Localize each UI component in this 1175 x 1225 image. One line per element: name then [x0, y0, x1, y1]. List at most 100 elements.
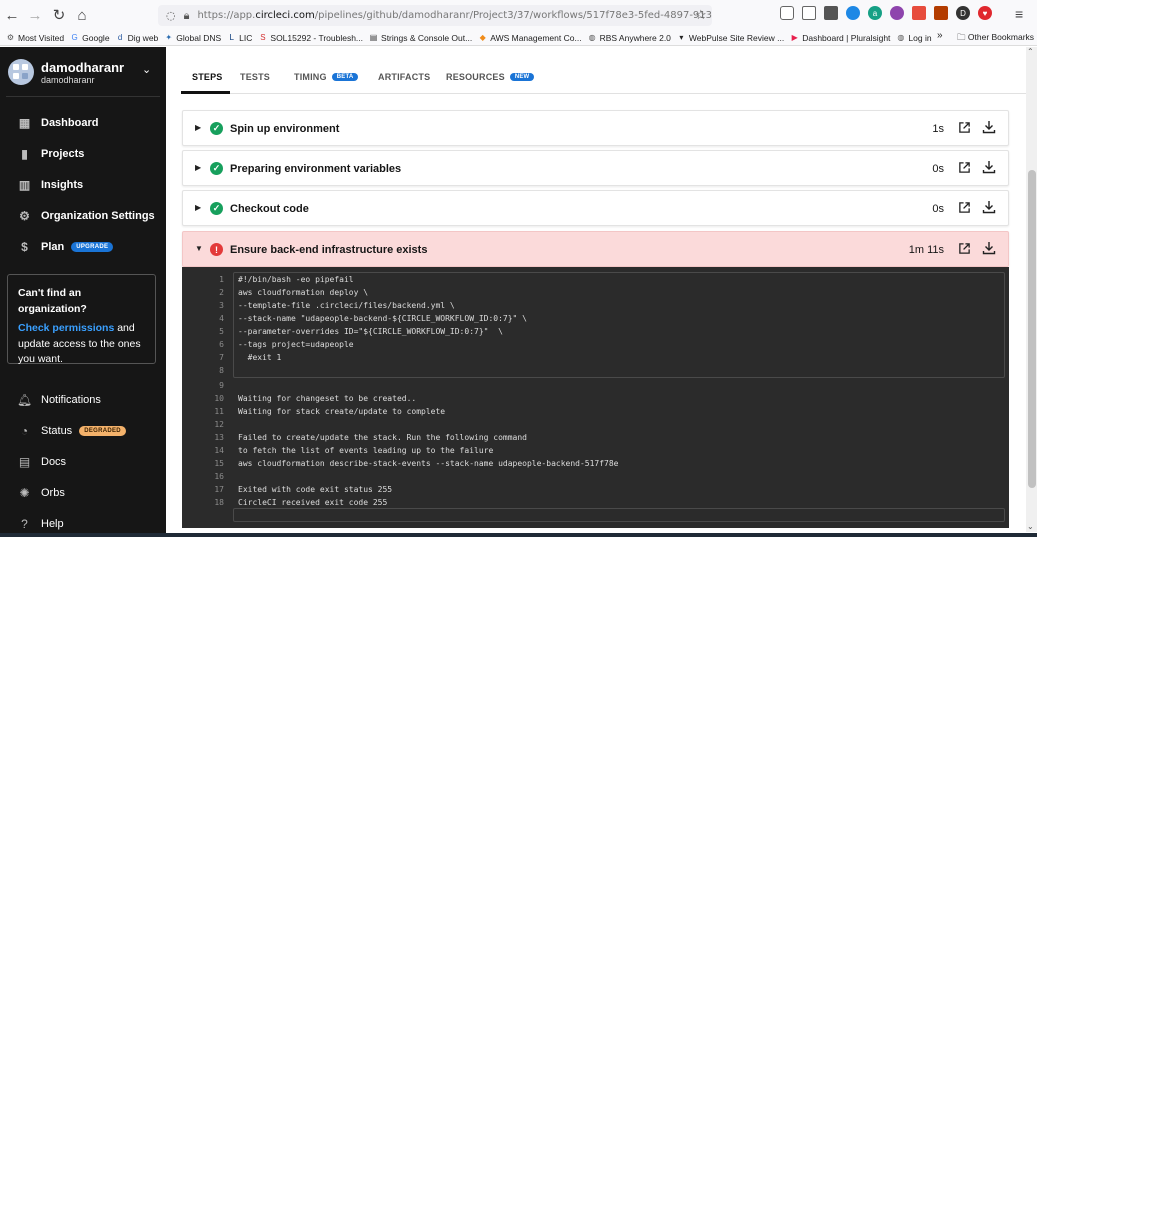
sidebar-item-notifications[interactable]: 🔔︎ Notifications [17, 393, 101, 407]
extension-dark-icon[interactable]: D [956, 6, 970, 20]
org-switcher[interactable]: damodharanr damodharanr ⌄ [6, 57, 160, 97]
upgrade-badge[interactable]: UPGRADE [71, 241, 114, 252]
book-icon: ▮ [21, 146, 28, 161]
url-domain: circleci.com [255, 10, 315, 21]
step-row[interactable]: ▶ ✓ Checkout code 0s [182, 190, 1009, 226]
line-number: 15 [214, 459, 224, 468]
doc-icon: ▤ [18, 454, 31, 469]
open-external-icon[interactable] [958, 242, 971, 255]
sidebar-item-status[interactable]: ◔ Status DEGRADED [18, 424, 126, 438]
open-external-icon[interactable] [958, 161, 971, 174]
bookmark-star-icon[interactable]: ☆ [695, 7, 707, 23]
step-row[interactable]: ▶ ✓ Spin up environment 1s [182, 110, 1009, 146]
pluralsight-icon: ▶ [791, 33, 798, 42]
scrollbar-thumb[interactable] [1028, 170, 1036, 488]
reload-icon[interactable]: ↻ [47, 3, 71, 27]
sidebar-item-dashboard[interactable]: ▦ Dashboard [18, 116, 99, 130]
log-line: 18 CircleCI received exit code 255 [182, 496, 387, 509]
sidebar-item-orbs[interactable]: ✺ Orbs [18, 486, 64, 500]
back-icon[interactable]: ← [0, 3, 24, 27]
sidebar-item-help[interactable]: ? Help [18, 517, 64, 531]
download-icon[interactable] [982, 120, 996, 134]
line-number: 4 [219, 314, 224, 323]
extension-puzzle-icon[interactable] [824, 6, 838, 20]
open-external-icon[interactable] [958, 121, 971, 134]
line-number: 12 [214, 420, 224, 429]
download-icon[interactable] [982, 241, 996, 255]
bookmark-item[interactable]: G Google [70, 33, 110, 43]
bookmark-item[interactable]: ▤ Strings & Console Out... [369, 33, 472, 43]
sidebar-item-label: Projects [41, 147, 85, 160]
forward-icon[interactable]: → [23, 3, 47, 27]
bookmark-item[interactable]: ▶ Dashboard | Pluralsight [790, 33, 891, 43]
bookmark-label: RBS Anywhere 2.0 [599, 32, 671, 43]
tab-artifacts[interactable]: ARTIFACTS [378, 72, 430, 82]
extension-color-icon[interactable] [890, 6, 904, 20]
caret-right-icon[interactable]: ▶ [195, 123, 201, 132]
line-number: 5 [219, 327, 224, 336]
globe-icon: ◍ [897, 33, 905, 42]
url-prefix: https://app. [197, 10, 256, 21]
reader-icon[interactable] [802, 6, 816, 20]
step-duration: 1m 11s [908, 244, 944, 256]
sidebar-item-organization-settings[interactable]: ⚙ Organization Settings [18, 209, 155, 223]
step-name: Preparing environment variables [230, 163, 402, 175]
bookmark-item[interactable]: ⚙ Most Visited [6, 33, 64, 43]
scroll-down-icon[interactable]: ⌄ [1027, 522, 1034, 531]
url-bar[interactable]: ◌ 🔒︎ https://app.circleci.com/pipelines/… [158, 5, 712, 26]
bookmark-item[interactable]: ◍ RBS Anywhere 2.0 [588, 33, 671, 43]
sidebar-item-plan[interactable]: $ Plan UPGRADE [18, 239, 114, 254]
bookmarks-overflow-icon[interactable]: » [937, 30, 943, 41]
step-row[interactable]: ▼! Ensure back-end infrastructure exists 1… [182, 231, 1009, 267]
step-duration: 0s [932, 163, 944, 175]
line-number: 18 [214, 498, 224, 507]
sidebar-item-docs[interactable]: ▤ Docs [18, 454, 67, 469]
extension-red-square-icon[interactable] [912, 6, 926, 20]
line-text: CircleCI received exit code 255 [238, 498, 388, 507]
tab-resources[interactable]: RESOURCES NEW [446, 72, 535, 82]
sidebar-item-label: Help [41, 517, 64, 530]
success-check-icon: ✓ [210, 162, 223, 175]
chevron-down-icon[interactable]: ⌄ [142, 63, 151, 76]
menu-icon[interactable]: ≡ [1015, 6, 1023, 22]
bookmark-item[interactable]: ▾ WebPulse Site Review ... [677, 33, 784, 43]
home-icon[interactable]: ⌂ [70, 3, 94, 27]
extension-green-icon[interactable]: a [868, 6, 882, 20]
bookmark-item[interactable]: ◍ Log in [896, 33, 931, 43]
log-line: 6 --tags project=udapeople [182, 338, 353, 351]
bookmark-label: Most Visited [18, 32, 65, 43]
extension-heart-icon[interactable]: ♥ [978, 6, 992, 20]
other-bookmarks[interactable]: 🗀︎ Other Bookmarks [957, 32, 1034, 46]
tab-timing[interactable]: TIMING BETA [294, 72, 359, 82]
download-icon[interactable] [982, 160, 996, 174]
sidebar-item-insights[interactable]: ▥ Insights [18, 178, 83, 192]
open-external-icon[interactable] [958, 201, 971, 214]
bookmark-item[interactable]: ✦ Global DNS [164, 33, 221, 43]
extension-brown-icon[interactable] [934, 6, 948, 20]
check-permissions-link[interactable]: Check permissions [18, 322, 114, 334]
extension-blue-icon[interactable] [846, 6, 860, 20]
sidebar-item-projects[interactable]: ▮ Projects [18, 146, 85, 161]
caret-right-icon[interactable]: ▶ [195, 163, 201, 172]
bookmark-item[interactable]: L LIC [227, 33, 252, 43]
download-icon[interactable] [982, 200, 996, 214]
shield-icon: ◌ [166, 9, 176, 22]
tab-steps[interactable]: STEPS [192, 72, 223, 82]
caret-down-icon[interactable]: ▼ [195, 244, 203, 253]
tab-timing-label: TIMING [294, 72, 327, 82]
caret-right-icon[interactable]: ▶ [195, 203, 201, 212]
step-row[interactable]: ▶ ✓ Preparing environment variables 0s [182, 150, 1009, 186]
lic-icon: L [229, 33, 234, 42]
scroll-up-icon[interactable]: ⌃ [1027, 47, 1034, 56]
pocket-icon[interactable] [780, 6, 794, 20]
exit-code-box [233, 508, 1005, 522]
tab-tests[interactable]: TESTS [240, 72, 270, 82]
org-name: damodharanr [41, 60, 125, 75]
bookmark-item[interactable]: S SOL15292 - Troublesh... [258, 33, 363, 43]
dollar-icon: $ [21, 239, 28, 254]
success-check-icon: ✓ [210, 122, 223, 135]
sidebar-item-label: Docs [41, 455, 67, 468]
bookmark-item[interactable]: ◆ AWS Management Co... [478, 33, 582, 43]
bookmark-item[interactable]: d Dig web [116, 33, 158, 43]
line-text: Failed to create/update the stack. Run t… [238, 433, 527, 442]
